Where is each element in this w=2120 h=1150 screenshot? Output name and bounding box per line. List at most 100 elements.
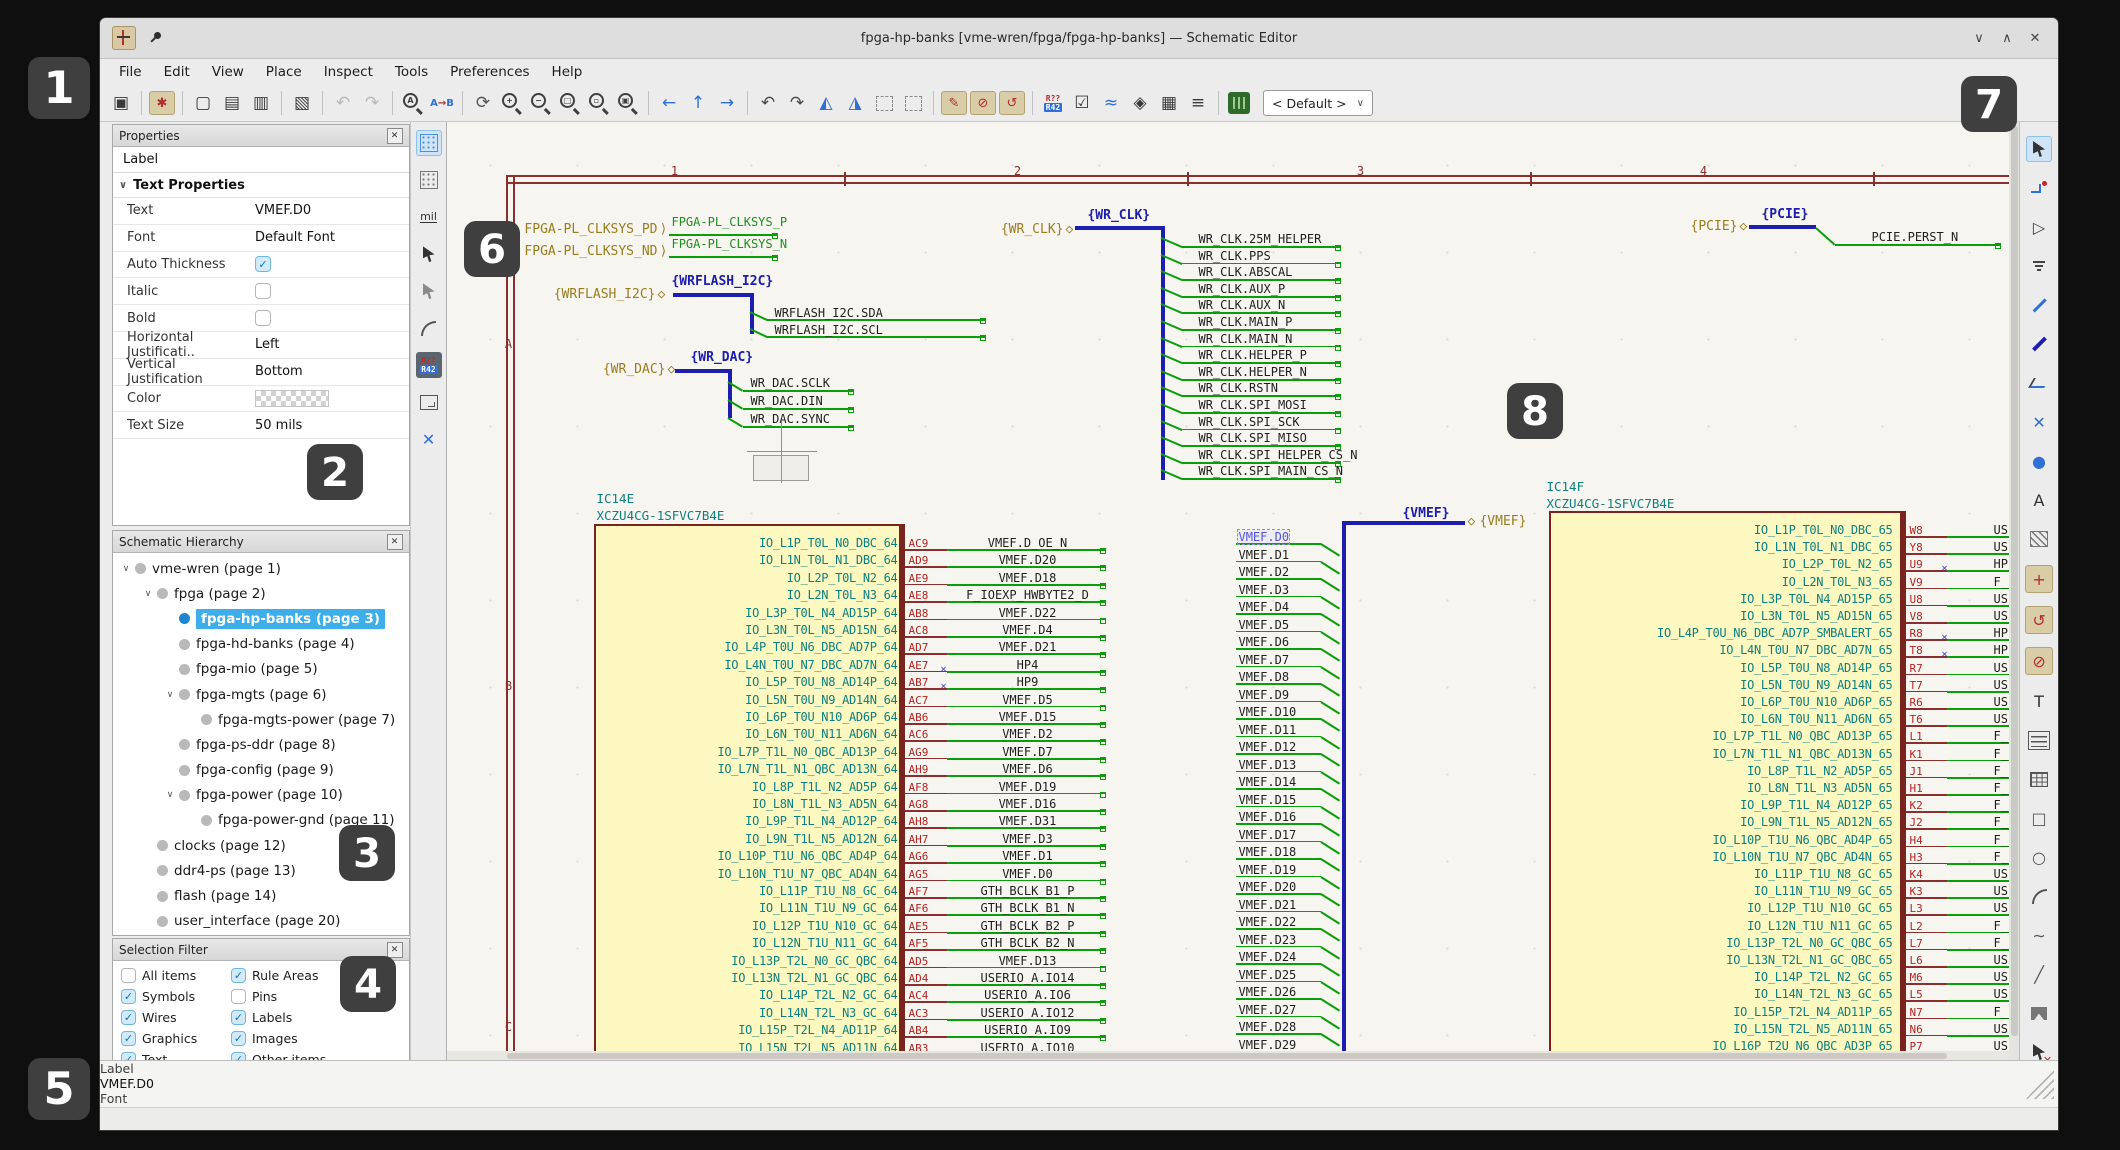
bus-label[interactable]: {WRFLASH_I2C} <box>671 274 773 289</box>
property-value[interactable]: VMEF.D0 <box>255 203 409 218</box>
net-label[interactable]: VMEF.D20 <box>951 553 1103 567</box>
table-tool-icon[interactable] <box>2026 766 2052 792</box>
circle-tool-icon[interactable]: ○ <box>2026 844 2052 870</box>
net-label[interactable]: USERIO_A.IO14 <box>951 971 1103 985</box>
rotate-ccw-icon[interactable]: ↶ <box>755 90 781 116</box>
mirror-horizontal-icon[interactable]: ◭ <box>813 90 839 116</box>
net-label-icon[interactable]: A <box>2026 487 2052 513</box>
net-label[interactable]: USERIO_A.IO6 <box>951 988 1103 1002</box>
net-label[interactable]: VMEF.D13 <box>951 954 1103 968</box>
net-label[interactable]: VMEF.D17 <box>1238 828 1296 842</box>
net-label[interactable]: VMEF.D13 <box>1238 758 1296 772</box>
net-label[interactable]: VMEF.D27 <box>1238 1003 1296 1017</box>
save-icon[interactable]: ▣ <box>108 90 134 116</box>
filter-all-items[interactable]: All items <box>121 967 231 984</box>
net-label[interactable]: VMEF.D22 <box>951 606 1103 620</box>
symbol-fields-table-icon[interactable]: ▦ <box>1156 90 1182 116</box>
zoom-in-icon[interactable]: + <box>499 90 525 116</box>
draw-wire-icon[interactable] <box>2026 292 2052 318</box>
zoom-selection-icon[interactable]: ▣ <box>615 90 641 116</box>
annotate-auto-icon[interactable]: R??R42 <box>416 352 442 378</box>
checkbox-checked[interactable]: ✓ <box>121 989 136 1004</box>
nav-forward-icon[interactable]: → <box>714 90 740 116</box>
net-label[interactable]: WR_CLK.MAIN_N <box>1198 332 1292 346</box>
net-label[interactable]: US <box>1993 1022 2009 1036</box>
undo-icon[interactable]: ↶ <box>330 90 356 116</box>
hier-pin-label[interactable]: {WR_DAC} <box>527 362 665 377</box>
rectangle-tool-icon[interactable]: □ <box>2026 805 2052 831</box>
sheet-item-fpga[interactable]: ∨fpga (page 2) <box>113 581 409 606</box>
checkbox-unchecked[interactable] <box>121 968 136 983</box>
net-label[interactable]: WR_CLK.MAIN_P <box>1198 315 1292 329</box>
net-label[interactable]: GTH_BCLK_B1_N <box>951 901 1103 915</box>
symbol-library-browser-icon[interactable]: ⊘ <box>970 91 996 115</box>
find-icon[interactable]: A <box>400 90 426 116</box>
net-label[interactable]: F_ <box>1993 747 2009 761</box>
checkbox-checked[interactable]: ✓ <box>255 256 271 272</box>
erc-icon[interactable]: ☑ <box>1069 90 1095 116</box>
property-value[interactable] <box>255 390 409 407</box>
net-label[interactable]: GTH_BCLK_B2_P <box>951 919 1103 933</box>
grid-override-icon[interactable] <box>416 167 442 193</box>
net-label[interactable]: USERIO_A.IO9 <box>951 1023 1103 1037</box>
net-label[interactable]: WR_CLK.ABSCAL <box>1198 265 1292 279</box>
bus-label[interactable]: {PCIE} <box>1761 207 1808 222</box>
property-value[interactable] <box>255 310 409 326</box>
net-label[interactable]: US <box>1993 678 2009 692</box>
text-tool-icon[interactable]: T <box>2026 688 2052 714</box>
schematic-setup-icon[interactable]: ✱ <box>149 91 175 115</box>
net-label[interactable]: VMEF.D16 <box>951 797 1103 811</box>
sheet-item-vme-wren[interactable]: ∨vme-wren (page 1) <box>113 556 409 581</box>
minimize-icon[interactable]: ∨ <box>1970 29 1988 47</box>
filter-wires[interactable]: ✓Wires <box>121 1009 231 1026</box>
net-label[interactable]: VMEF.D15 <box>951 710 1103 724</box>
net-label[interactable]: GTH_BCLK_B2_N <box>951 936 1103 950</box>
net-label[interactable]: WR_CLK.SPI_MOSI <box>1198 398 1306 412</box>
symbol-value[interactable]: XCZU4CG-1SFVC7B4E <box>596 508 724 523</box>
net-label[interactable]: WR_DAC.SYNC <box>750 412 829 426</box>
bom-icon[interactable]: ≡ <box>1185 90 1211 116</box>
net-label[interactable]: VMEF.D2 <box>951 727 1103 741</box>
net-label[interactable]: HP <box>1993 643 2009 657</box>
close-icon[interactable]: ✕ <box>387 942 403 958</box>
vertical-scrollbar[interactable] <box>2009 122 2019 1060</box>
net-label[interactable]: VMEF.D23 <box>1238 933 1296 947</box>
net-label[interactable]: F_ <box>1993 850 2009 864</box>
checkbox-checked[interactable]: ✓ <box>121 1031 136 1046</box>
rule-area-icon[interactable] <box>2026 526 2052 552</box>
net-label[interactable]: US <box>1993 901 2009 915</box>
filter-images[interactable]: ✓Images <box>231 1030 409 1047</box>
checkbox-checked[interactable]: ✓ <box>231 1031 246 1046</box>
net-label[interactable]: PCIE.PERST_N <box>1871 230 1958 244</box>
wire-to-bus-entry-icon[interactable] <box>2026 370 2052 396</box>
net-label[interactable]: VMEF.D12 <box>1238 740 1296 754</box>
rotate-cw-icon[interactable]: ↷ <box>784 90 810 116</box>
net-label[interactable]: GTH_BCLK_B1_P <box>951 884 1103 898</box>
hidden-pins-icon[interactable] <box>416 278 442 304</box>
net-label[interactable]: US <box>1993 661 2009 675</box>
net-label[interactable]: VMEF.D7 <box>1238 653 1289 667</box>
bus-label[interactable]: {WR_CLK} <box>1087 208 1150 223</box>
dashed-box-icon-b[interactable] <box>900 90 926 116</box>
sheet-item-fpga-mgts-power[interactable]: fpga-mgts-power (page 7) <box>113 707 409 732</box>
net-label[interactable]: VMEF.D3 <box>1238 583 1289 597</box>
print-icon[interactable]: ▤ <box>219 90 245 116</box>
line-tool-icon[interactable]: ╱ <box>2026 961 2052 987</box>
net-label[interactable]: USERIO_A.IO12 <box>951 1006 1103 1020</box>
sheet-item-flash[interactable]: flash (page 14) <box>113 883 409 908</box>
net-label[interactable]: VMEF.D1 <box>951 849 1103 863</box>
net-label[interactable]: US <box>1993 540 2009 554</box>
net-label[interactable]: VMEF.D5 <box>1238 618 1289 632</box>
paste-icon[interactable]: ▧ <box>289 90 315 116</box>
net-label[interactable]: WR_CLK.AUX_P <box>1198 282 1285 296</box>
sheet-item-fpga-power[interactable]: ∨fpga-power (page 10) <box>113 783 409 808</box>
find-replace-icon[interactable]: A→B <box>429 90 455 116</box>
sheet-item-fpga-mio[interactable]: fpga-mio (page 5) <box>113 657 409 682</box>
net-label[interactable]: US <box>1993 695 2009 709</box>
checkbox-unchecked[interactable] <box>231 989 246 1004</box>
annotate-icon[interactable]: R??R42 <box>1040 90 1066 116</box>
checkbox-unchecked[interactable] <box>255 283 271 299</box>
plot-icon[interactable]: ▥ <box>248 90 274 116</box>
property-value[interactable]: Bottom <box>255 364 409 379</box>
text-properties-section[interactable]: ∨ Text Properties <box>113 173 409 198</box>
